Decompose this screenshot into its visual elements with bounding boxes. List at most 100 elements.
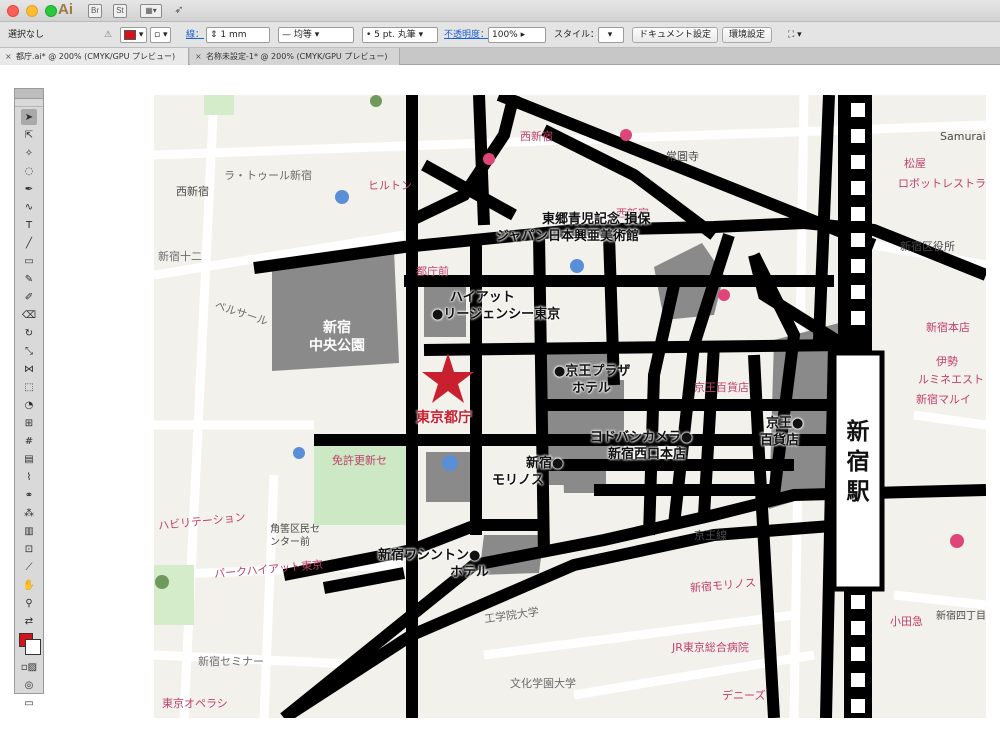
tab-label: 名称未設定-1* @ 200% (CMYK/GPU プレビュー): [206, 52, 388, 61]
arrange-documents-icon[interactable]: ▦▾: [140, 4, 162, 18]
morinosu-label: 新宿● モリノス: [492, 455, 564, 489]
stroke-width-value: 1 mm: [220, 30, 247, 40]
label-line: 新宿●: [526, 456, 564, 471]
bg-label: 小田急: [890, 615, 923, 628]
minimize-window-button[interactable]: [26, 5, 38, 17]
hand-tool-icon[interactable]: ✋: [21, 577, 37, 593]
blend-tool-icon[interactable]: ⚭: [21, 487, 37, 503]
label-line: ハイアット: [450, 290, 515, 305]
washington-hotel-label: 新宿ワシントン● ホテル: [378, 547, 489, 581]
graphic-style-picker[interactable]: ▾: [598, 27, 624, 43]
yodobashi-label: ヨドバシカメラ● 新宿西口本店: [590, 429, 692, 463]
pen-tool-icon[interactable]: ✒: [21, 181, 37, 197]
eraser-tool-icon[interactable]: ⌫: [21, 307, 37, 323]
tools-panel-collapse[interactable]: [15, 99, 43, 107]
label-line: 新宿ワシントン●: [378, 548, 481, 563]
swap-fill-stroke-icon[interactable]: ⇄: [21, 613, 37, 629]
gpu-rocket-icon[interactable]: ➶: [172, 4, 186, 18]
mesh-tool-icon[interactable]: #: [21, 433, 37, 449]
gradient-tool-icon[interactable]: ▤: [21, 451, 37, 467]
brush-value: 5 pt. 丸筆: [374, 30, 416, 40]
lasso-tool-icon[interactable]: ◌: [21, 163, 37, 179]
document-setup-button[interactable]: ドキュメント設定: [632, 27, 719, 43]
title-bar: Ai Br St ▦▾ ➶: [0, 0, 1000, 22]
screen-mode-icon[interactable]: ▭: [21, 695, 37, 711]
selection-tool-icon[interactable]: ➤: [21, 109, 37, 125]
close-tab-icon[interactable]: ×: [195, 48, 202, 65]
control-bar: 選択なし ⚠ ▾ ▫ ▾ 線： ⇕ 1 mm — 均等 ▾ • 5 pt. 丸筆…: [0, 22, 1000, 48]
curvature-tool-icon[interactable]: ∿: [21, 199, 37, 215]
slice-tool-icon[interactable]: ⟋: [21, 559, 37, 575]
bg-label: 角筈区民センター前: [270, 524, 320, 548]
type-tool-icon[interactable]: T: [21, 217, 37, 233]
label-line: 東郷青児記念 損保: [542, 212, 651, 227]
shaper-tool-icon[interactable]: ✐: [21, 289, 37, 305]
preferences-button[interactable]: 環境設定: [722, 27, 773, 43]
close-tab-icon[interactable]: ×: [5, 48, 12, 65]
label-line: 京王●: [766, 416, 804, 431]
rotate-tool-icon[interactable]: ↻: [21, 325, 37, 341]
park-label-line: 新宿: [323, 320, 351, 336]
fill-color-picker[interactable]: ▾: [120, 27, 148, 43]
tools-panel-header[interactable]: [15, 89, 43, 99]
warning-icon[interactable]: ⚠: [104, 27, 112, 43]
stroke-color-picker[interactable]: ▫ ▾: [150, 27, 172, 43]
panel-menu-icon[interactable]: ⛶ ▾: [788, 27, 802, 43]
tab-tocho[interactable]: × 都庁.ai* @ 200% (CMYK/GPU プレビュー): [0, 48, 189, 65]
bg-label: 新宿マルイ: [916, 393, 971, 406]
bg-label: JR東京総合病院: [672, 641, 749, 654]
map-graphics: [154, 95, 986, 718]
tab-untitled[interactable]: × 名称未設定-1* @ 200% (CMYK/GPU プレビュー): [190, 48, 400, 65]
shape-builder-tool-icon[interactable]: ◔: [21, 397, 37, 413]
opacity-label[interactable]: 不透明度：: [444, 27, 489, 43]
label-line: ジャパン日本興亜美術館: [496, 229, 640, 244]
keio-plaza-label: ●京王プラザ ホテル: [554, 363, 630, 397]
variable-width-profile[interactable]: — 均等 ▾: [278, 27, 354, 43]
magic-wand-tool-icon[interactable]: ✧: [21, 145, 37, 161]
bg-label: 京王百貨店: [694, 381, 749, 394]
stroke-label[interactable]: 線：: [186, 27, 204, 43]
bg-label: 新宿十二: [158, 250, 202, 263]
paintbrush-tool-icon[interactable]: ✎: [21, 271, 37, 287]
park-label-line: 中央公園: [309, 338, 365, 354]
perspective-grid-tool-icon[interactable]: ⊞: [21, 415, 37, 431]
selection-status: 選択なし: [8, 30, 45, 40]
column-graph-tool-icon[interactable]: ▥: [21, 523, 37, 539]
bg-label: 都庁前: [416, 265, 449, 278]
tools-panel: ➤ ⇱ ✧ ◌ ✒ ∿ T ╱ ▭ ✎ ✐ ⌫ ↻ ⤡ ⋈ ⬚ ◔ ⊞ # ▤ …: [14, 88, 44, 709]
label-line: ホテル: [572, 381, 612, 396]
stock-icon[interactable]: St: [113, 4, 127, 18]
label-line: ホテル: [450, 565, 490, 580]
bg-label: 新宿区役所: [900, 240, 955, 253]
bg-label: 伊勢: [936, 355, 958, 368]
zoom-tool-icon[interactable]: ⚲: [21, 595, 37, 611]
direct-selection-tool-icon[interactable]: ⇱: [21, 127, 37, 143]
zoom-window-button[interactable]: [45, 5, 57, 17]
label-line: モリノス: [492, 473, 545, 488]
bg-label: 西新宿: [176, 185, 209, 198]
label-line: ●リージェンシー東京: [432, 307, 561, 322]
color-mode-icon[interactable]: ▫▨: [21, 659, 37, 675]
stroke-width-field[interactable]: ⇕ 1 mm: [206, 27, 270, 43]
draw-mode-icon[interactable]: ◎: [21, 677, 37, 693]
seiji-museum-label: 東郷青児記念 損保 ジャパン日本興亜美術館: [496, 211, 651, 245]
bg-label: Samurai: [940, 130, 986, 143]
artboard-tool-icon[interactable]: ⊡: [21, 541, 37, 557]
bg-label: 常圓寺: [666, 150, 699, 163]
bg-label: デニーズ: [722, 689, 766, 702]
brush-definition[interactable]: • 5 pt. 丸筆 ▾: [362, 27, 438, 43]
fill-stroke-swatches[interactable]: [15, 631, 43, 657]
opacity-field[interactable]: 100% ▸: [488, 27, 546, 43]
close-window-button[interactable]: [7, 5, 19, 17]
bridge-icon[interactable]: Br: [88, 4, 102, 18]
bg-label: 松屋: [904, 157, 926, 170]
park-label: 新宿 中央公園: [302, 319, 372, 355]
stroke-swatch-large[interactable]: [25, 639, 41, 655]
scale-tool-icon[interactable]: ⤡: [21, 343, 37, 359]
rectangle-tool-icon[interactable]: ▭: [21, 253, 37, 269]
symbol-sprayer-tool-icon[interactable]: ⁂: [21, 505, 37, 521]
free-transform-tool-icon[interactable]: ⬚: [21, 379, 37, 395]
line-tool-icon[interactable]: ╱: [21, 235, 37, 251]
width-tool-icon[interactable]: ⋈: [21, 361, 37, 377]
eyedropper-tool-icon[interactable]: ⌇: [21, 469, 37, 485]
